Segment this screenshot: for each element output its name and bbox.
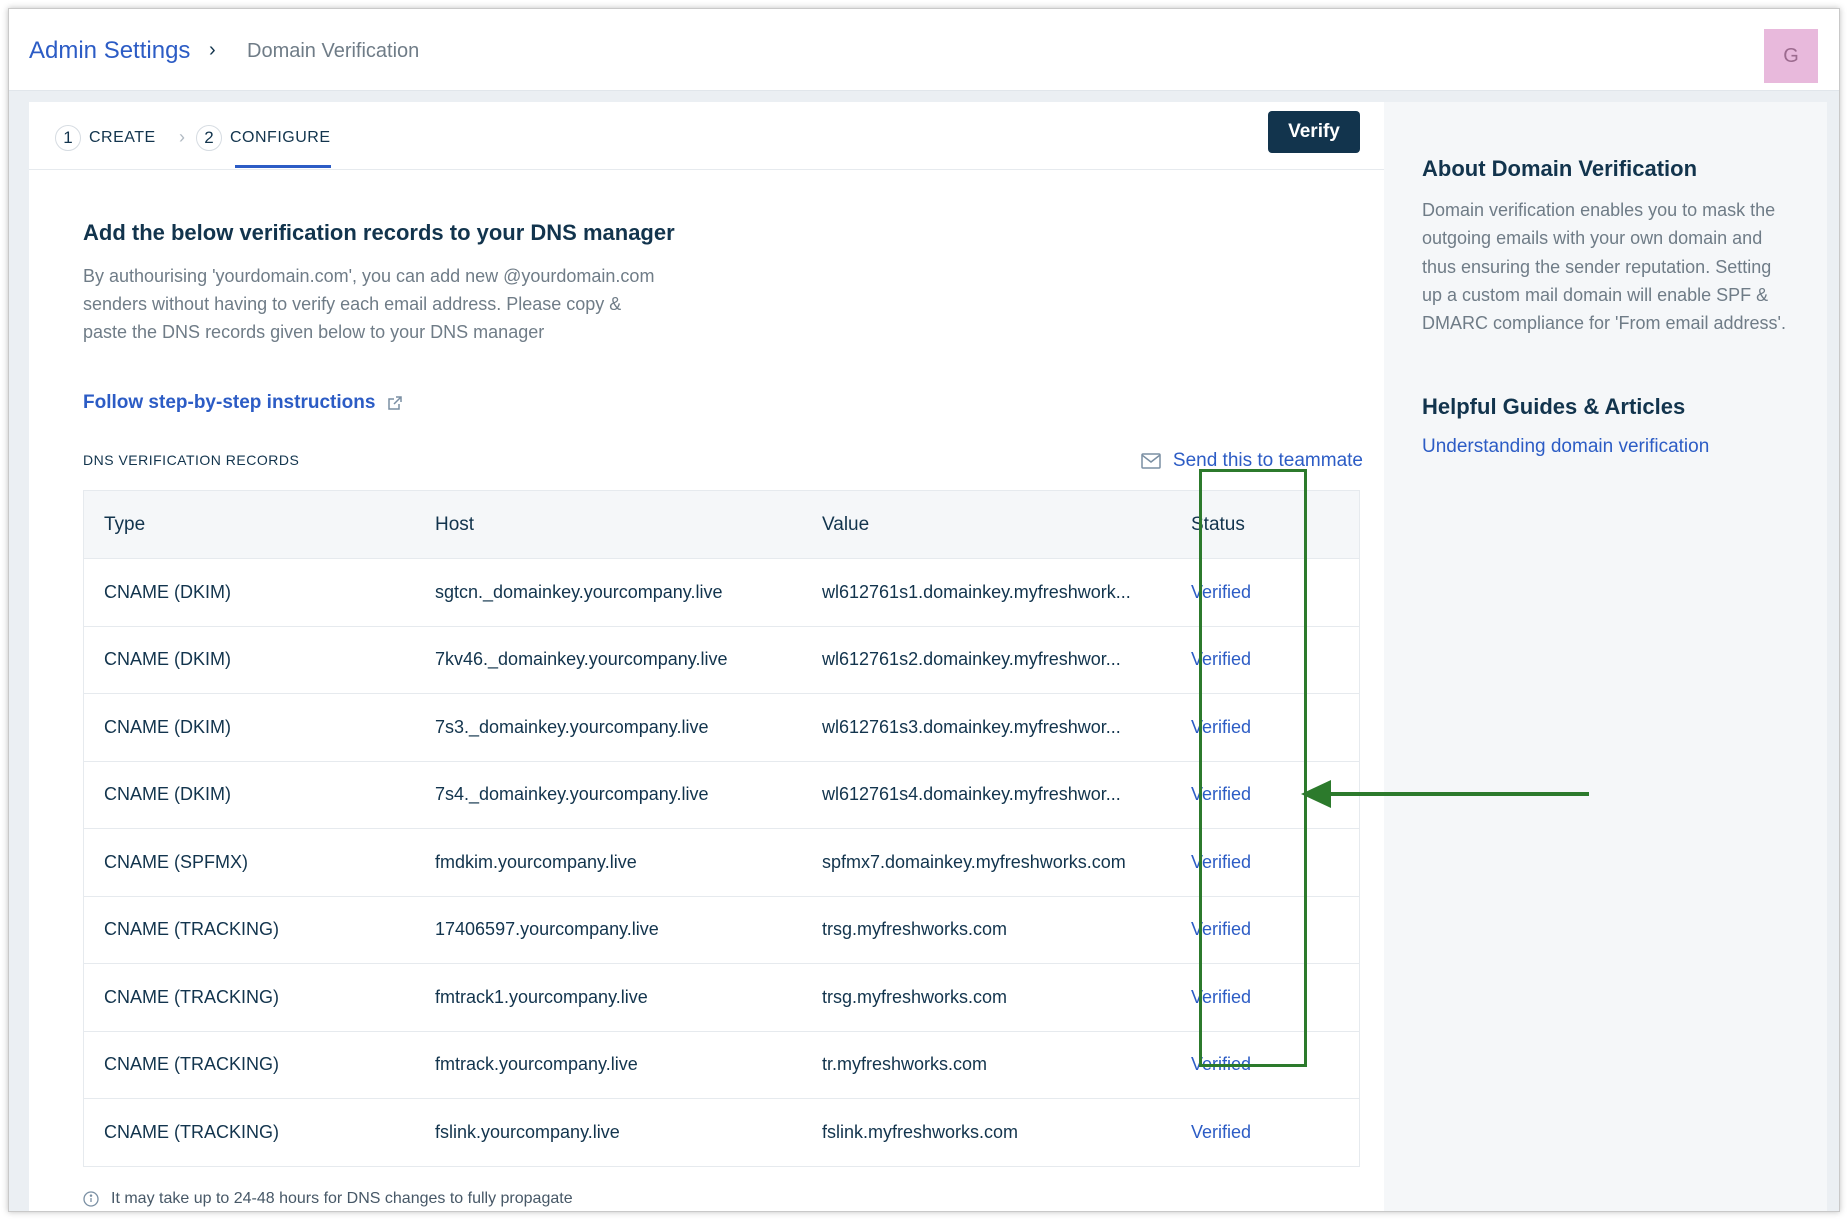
cell-value[interactable]: wl612761s1.domainkey.myfreshwork... bbox=[822, 559, 1172, 626]
cell-type: CNAME (TRACKING) bbox=[104, 986, 279, 1007]
header-host: Host bbox=[435, 513, 475, 535]
instructions-link-label: Follow step-by-step instructions bbox=[83, 392, 376, 413]
cell-host: fmtrack.yourcompany.live bbox=[435, 1054, 638, 1075]
propagation-note-text: It may take up to 24-48 hours for DNS ch… bbox=[111, 1190, 573, 1207]
header-value: Value bbox=[822, 513, 870, 535]
cell-status-verified: Verified bbox=[1191, 1121, 1252, 1142]
step-tabs: 1 CREATE › 2 CONFIGURE Verify bbox=[29, 102, 1384, 170]
table-row: CNAME (DKIM) sgtcn._domainkey.yourcompany… bbox=[84, 558, 1359, 626]
cell-value[interactable]: wl612761s3.domainkey.myfreshwor... bbox=[822, 694, 1172, 761]
verify-button[interactable]: Verify bbox=[1268, 111, 1360, 153]
table-row: CNAME (TRACKING) fslink.yourcompany.live f… bbox=[84, 1098, 1359, 1166]
cell-host: fmtrack1.yourcompany.live bbox=[435, 986, 648, 1007]
cell-type: CNAME (DKIM) bbox=[104, 784, 231, 805]
help-sidebar: About Domain Verification Domain verific… bbox=[1384, 102, 1827, 1211]
cell-type: CNAME (DKIM) bbox=[104, 581, 231, 602]
table-body: CNAME (DKIM) sgtcn._domainkey.yourcompany… bbox=[84, 558, 1359, 1166]
active-step-indicator bbox=[235, 165, 331, 168]
cell-host: fslink.yourcompany.live bbox=[435, 1121, 620, 1142]
cell-host: 7s3._domainkey.yourcompany.live bbox=[435, 716, 709, 737]
breadcrumb-admin-settings[interactable]: Admin Settings bbox=[29, 37, 190, 65]
page-heading: Add the below verification records to yo… bbox=[83, 220, 675, 245]
top-bar: Admin Settings › Domain Verification G bbox=[9, 9, 1839, 91]
table-row: CNAME (TRACKING) fmtrack1.yourcompany.liv… bbox=[84, 963, 1359, 1031]
cell-host: 17406597.yourcompany.live bbox=[435, 919, 659, 940]
step-create[interactable]: 1 CREATE bbox=[55, 125, 156, 151]
about-title: About Domain Verification bbox=[1422, 156, 1698, 181]
cell-value[interactable]: trsg.myfreshworks.com bbox=[822, 964, 1172, 1031]
cell-value[interactable]: wl612761s2.domainkey.myfreshwor... bbox=[822, 627, 1172, 694]
table-row: CNAME (DKIM) 7s3._domainkey.yourcompany.l… bbox=[84, 693, 1359, 761]
table-row: CNAME (TRACKING) 17406597.yourcompany.liv… bbox=[84, 895, 1359, 964]
propagation-note: It may take up to 24-48 hours for DNS ch… bbox=[83, 1190, 573, 1208]
cell-value[interactable]: tr.myfreshworks.com bbox=[822, 1032, 1172, 1099]
breadcrumb-current: Domain Verification bbox=[247, 40, 420, 62]
guide-link[interactable]: Understanding domain verification bbox=[1422, 436, 1709, 458]
breadcrumb-separator: › bbox=[209, 39, 216, 61]
annotation-arrow-icon bbox=[1301, 780, 1589, 808]
header-type: Type bbox=[104, 513, 146, 535]
table-row: CNAME (TRACKING) fmtrack.yourcompany.live… bbox=[84, 1030, 1359, 1099]
cell-type: CNAME (TRACKING) bbox=[104, 1054, 279, 1075]
cell-value[interactable]: spfmx7.domainkey.myfreshworks.com bbox=[822, 829, 1172, 896]
cell-type: CNAME (DKIM) bbox=[104, 716, 231, 737]
cell-host: fmdkim.yourcompany.live bbox=[435, 851, 637, 872]
cell-type: CNAME (DKIM) bbox=[104, 649, 231, 670]
app-window: Admin Settings › Domain Verification G 1… bbox=[8, 8, 1840, 1212]
step-label: CREATE bbox=[89, 129, 156, 146]
avatar[interactable]: G bbox=[1764, 29, 1818, 83]
status-highlight-box bbox=[1199, 469, 1307, 1067]
guides-title: Helpful Guides & Articles bbox=[1422, 394, 1686, 419]
mail-icon bbox=[1141, 453, 1161, 469]
external-link-icon bbox=[388, 396, 403, 410]
cell-host: 7kv46._domainkey.yourcompany.live bbox=[435, 649, 728, 670]
cell-value[interactable]: fslink.myfreshworks.com bbox=[822, 1099, 1172, 1166]
instructions-link[interactable]: Follow step-by-step instructions bbox=[83, 392, 403, 414]
table-row: CNAME (SPFMX) fmdkim.yourcompany.live spfm… bbox=[84, 828, 1359, 896]
step-number: 2 bbox=[196, 125, 222, 151]
main-panel: 1 CREATE › 2 CONFIGURE Verify Add the be… bbox=[29, 102, 1384, 1211]
cell-type: CNAME (SPFMX) bbox=[104, 851, 248, 872]
info-icon bbox=[83, 1191, 99, 1207]
table-row: CNAME (DKIM) 7s4._domainkey.yourcompany.l… bbox=[84, 760, 1359, 829]
cell-value[interactable]: trsg.myfreshworks.com bbox=[822, 897, 1172, 964]
cell-value[interactable]: wl612761s4.domainkey.myfreshwor... bbox=[822, 762, 1172, 829]
cell-type: CNAME (TRACKING) bbox=[104, 919, 279, 940]
page-description: By authourising 'yourdomain.com', you ca… bbox=[83, 266, 655, 342]
step-label: CONFIGURE bbox=[230, 129, 331, 146]
dns-records-table: Type Host Value Status CNAME (DKIM) sgtcn… bbox=[83, 490, 1360, 1167]
table-header: Type Host Value Status bbox=[84, 491, 1359, 558]
step-number: 1 bbox=[55, 125, 81, 151]
chevron-right-icon: › bbox=[179, 127, 185, 147]
records-section-title: DNS VERIFICATION RECORDS bbox=[83, 452, 300, 468]
cell-type: CNAME (TRACKING) bbox=[104, 1121, 279, 1142]
table-row: CNAME (DKIM) 7kv46._domainkey.yourcompany… bbox=[84, 625, 1359, 694]
cell-host: 7s4._domainkey.yourcompany.live bbox=[435, 784, 709, 805]
about-text: Domain verification enables you to mask … bbox=[1422, 200, 1786, 334]
cell-host: sgtcn._domainkey.yourcompany.live bbox=[435, 581, 723, 602]
step-configure[interactable]: 2 CONFIGURE bbox=[196, 125, 331, 151]
